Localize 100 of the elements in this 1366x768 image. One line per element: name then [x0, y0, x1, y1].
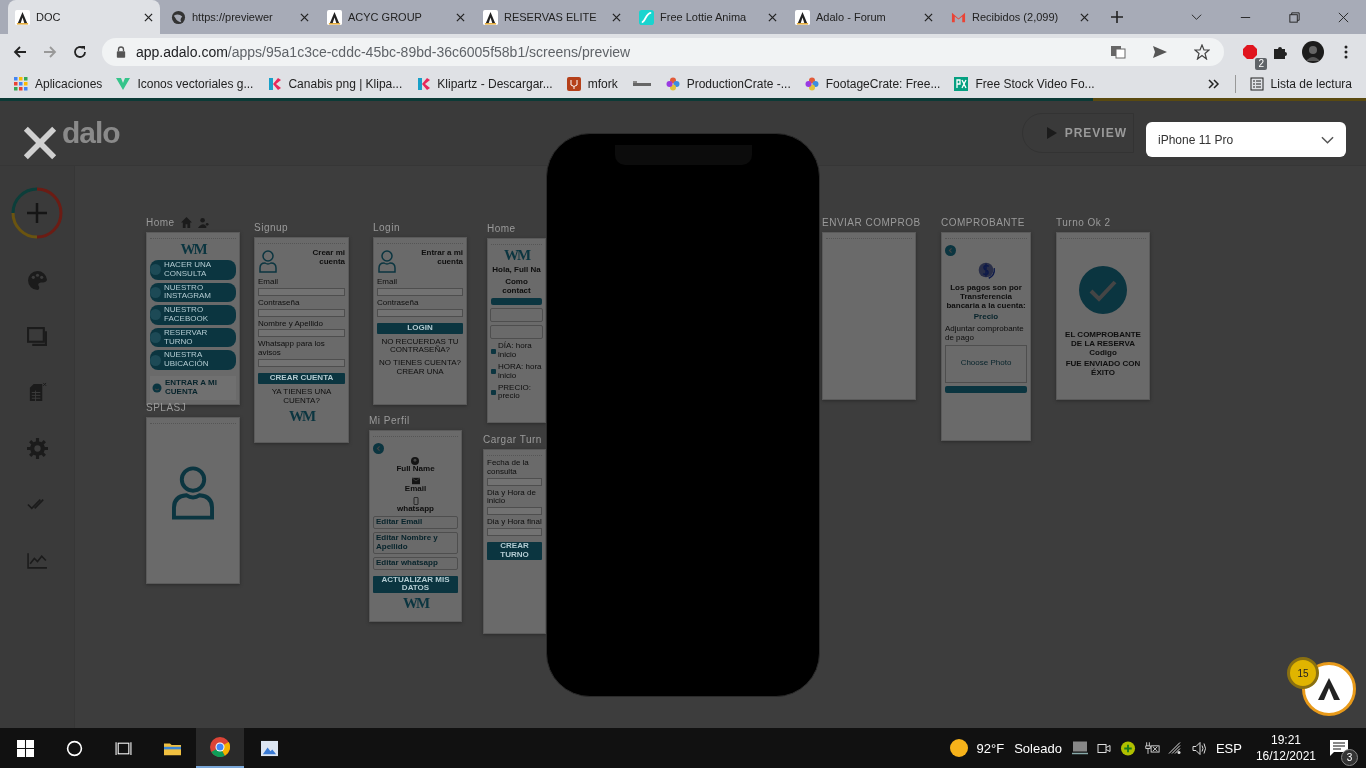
- browser-tab[interactable]: ACYC GROUP: [320, 0, 472, 34]
- clock[interactable]: 19:21 16/12/2021: [1255, 732, 1316, 764]
- screen-title[interactable]: Turno Ok 2: [1056, 217, 1111, 228]
- notification-count: 3: [1341, 749, 1358, 766]
- menu-button: HACER UNA CONSULTA: [150, 260, 236, 280]
- screen-thumbnail[interactable]: Fecha de la consulta Dia y Hora de inicio Dia y Hora final CREAR TURNO: [483, 449, 546, 634]
- smiley-icon: [152, 382, 162, 393]
- task-view-icon[interactable]: [115, 739, 132, 757]
- input-field: Editar Email: [373, 516, 458, 530]
- screen-thumbnail[interactable]: EL COMPROBANTE DE LA RESERVA Codigo FUE ENVIADO CON ÉXITO: [1056, 232, 1150, 400]
- screen-title[interactable]: COMPROBANTE: [941, 217, 1025, 228]
- browser-tab[interactable]: Recibidos (2,099): [944, 0, 1096, 34]
- close-icon[interactable]: [612, 12, 621, 22]
- translate-icon[interactable]: [1110, 44, 1126, 60]
- person-icon: [377, 249, 397, 273]
- submit-button: CREAR TURNO: [487, 542, 542, 560]
- close-icon[interactable]: [144, 12, 153, 22]
- star-icon[interactable]: [1194, 44, 1210, 60]
- address-bar[interactable]: app.adalo.com/apps/95a1c3ce-cddc-45bc-89bd-36c6005f58b1/screens/preview: [102, 38, 1224, 66]
- bookmark[interactable]: Canabis png | Klipa...: [267, 77, 403, 91]
- screen-thumbnail[interactable]: Entrar a mi cuenta Email Contraseña LOGIN NO RECUERDAS TU CONTRASEÑA? NO TIENES CUENTA? CREAR UNA: [373, 237, 467, 405]
- heading-text: Crear mi cuenta: [311, 249, 345, 267]
- field-label: Dia y Hora de inicio: [487, 488, 537, 507]
- detail-text: PRECIO: precio: [498, 383, 532, 402]
- home-icon: [180, 217, 192, 228]
- screen-title[interactable]: ENVIAR COMPROB: [822, 217, 921, 228]
- windows-icon[interactable]: [17, 739, 34, 757]
- field-label: Contraseña: [377, 298, 420, 308]
- screen-thumbnail[interactable]: [146, 417, 240, 584]
- submit-button: CREAR CUENTA: [258, 373, 345, 384]
- lock-icon: [116, 46, 126, 58]
- squiggle-icon: [639, 9, 654, 25]
- sun-icon[interactable]: [948, 738, 969, 758]
- screen-thumbnail[interactable]: WM Hola, Full Na Como contact DÍA: hora inicio HORA: hora inicio PRECIO: precio: [487, 238, 546, 423]
- bookmark[interactable]: Klipartz - Descargar...: [416, 77, 553, 91]
- close-icon[interactable]: [1080, 12, 1089, 22]
- screen-title[interactable]: Mi Perfil: [369, 415, 410, 426]
- screen-thumbnail[interactable]: Los pagos son por Transferencia bancaria a la cuenta: Precio Adjuntar comprobante de pago Choose Photo: [941, 232, 1031, 441]
- screen-title[interactable]: Signup: [254, 222, 289, 233]
- bookmark[interactable]: ProductionCrate -...: [665, 77, 791, 91]
- bookmark[interactable]: mfork: [566, 77, 618, 91]
- stop-sign-icon[interactable]: [1242, 44, 1258, 60]
- field-label: Fecha de la consulta: [487, 459, 530, 477]
- back-arrow-icon[interactable]: [12, 44, 28, 60]
- grid-icon: [14, 77, 28, 91]
- menu-button: NUESTRA UBICACIÓN: [150, 350, 236, 370]
- double-chevron-icon[interactable]: [1206, 77, 1221, 91]
- price-text: Precio: [973, 313, 999, 323]
- browser-tab[interactable]: Adalo - Forum: [788, 0, 940, 34]
- taskbar-app[interactable]: [196, 728, 244, 768]
- browser-tab[interactable]: https://previewer: [164, 0, 316, 34]
- person-icon: [170, 465, 216, 521]
- add-button[interactable]: [10, 186, 64, 240]
- photos-icon[interactable]: [261, 739, 278, 757]
- screen-thumbnail[interactable]: WM HACER UNA CONSULTA NUESTRO INSTAGRAM NUESTRO FACEBOOK RESERVAR TURNO NUESTRA UBICACIÓN ENTRAR A MI CUENTA: [146, 232, 240, 405]
- bookmark[interactable]: Iconos vectoriales g...: [116, 77, 254, 91]
- browser-tab[interactable]: Free Lottie Anima: [632, 0, 784, 34]
- app-logo: dalo: [62, 116, 120, 150]
- battery-icon[interactable]: [1143, 740, 1160, 756]
- new-tab-icon[interactable]: [1110, 10, 1124, 24]
- bookmark[interactable]: Aplicaciones: [14, 77, 103, 91]
- screen-title[interactable]: Home: [487, 223, 516, 234]
- device-dropdown[interactable]: iPhone 11 Pro: [1146, 122, 1346, 157]
- restore-icon[interactable]: [1288, 10, 1301, 24]
- message-icon[interactable]: [1330, 740, 1348, 756]
- screen-thumbnail[interactable]: Crear mi cuenta Email Contraseña Nombre y Apellido Whatsapp para los avisos CREAR CUENTA YA TIENES UNA CUENTA? WM: [254, 237, 349, 443]
- screen-thumbnail[interactable]: Full Name Email whatsapp Editar Email Editar Nombre y Apellido Editar whatsapp ACTUALIZAR MIS DATOS WM: [369, 430, 462, 622]
- option-card: [490, 308, 543, 323]
- close-icon[interactable]: [456, 12, 465, 22]
- input-field: [487, 477, 542, 486]
- person-icon: [258, 249, 278, 273]
- bookmark[interactable]: FootageCrate: Free...: [804, 77, 941, 91]
- speaker-icon[interactable]: [1191, 740, 1208, 756]
- send-icon[interactable]: [1152, 44, 1168, 60]
- back-button: [945, 245, 956, 256]
- profile-text: Email: [404, 484, 427, 494]
- input-field: [487, 507, 542, 516]
- screen-thumbnail[interactable]: [822, 232, 916, 400]
- puzzle-icon[interactable]: [1272, 44, 1288, 60]
- logo-text: WM: [288, 408, 315, 424]
- language-indicator[interactable]: ESP: [1215, 740, 1242, 756]
- screen-title[interactable]: Cargar Turn: [483, 434, 542, 445]
- browser-tab[interactable]: DOC: [8, 0, 160, 34]
- envelope-icon: [411, 476, 420, 485]
- close-icon[interactable]: [1337, 10, 1350, 24]
- monitor-icon[interactable]: [1071, 740, 1088, 756]
- reload-icon[interactable]: [72, 44, 88, 60]
- close-icon[interactable]: [768, 12, 777, 22]
- screen-title[interactable]: Home: [146, 217, 175, 228]
- screen-title[interactable]: Login: [373, 222, 400, 233]
- bookmark[interactable]: Free Stock Video Fo...: [954, 77, 1095, 91]
- close-icon[interactable]: [300, 12, 309, 22]
- profile-avatar[interactable]: [1302, 41, 1324, 63]
- search-icon[interactable]: [66, 739, 83, 757]
- link-text: YA TIENES UNA CUENTA?: [270, 388, 333, 406]
- reading-list-button[interactable]: Lista de lectura: [1249, 77, 1352, 91]
- plus-circle-icon[interactable]: [1119, 740, 1136, 756]
- close-icon[interactable]: [924, 12, 933, 22]
- browser-tab[interactable]: RESERVAS ELITE: [476, 0, 628, 34]
- screen-title[interactable]: SPLASJ: [146, 402, 187, 413]
